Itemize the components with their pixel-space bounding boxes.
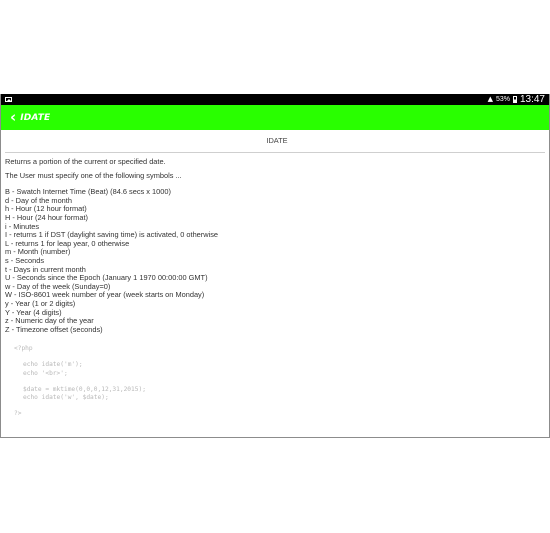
- code-line: <?php: [14, 345, 33, 353]
- chevron-left-icon[interactable]: ‹: [10, 110, 16, 125]
- app-screen: ▲ 53% 13:47 ‹ IDATE IDATE Returns a port…: [0, 94, 550, 438]
- code-line: $date = mktime(0,0,0,12,31,2015);: [23, 385, 146, 393]
- clock: 13:47: [519, 94, 545, 105]
- list-item: B - Swatch Internet Time (Beat) (84.6 se…: [5, 187, 171, 197]
- image-icon: [5, 97, 12, 102]
- wifi-icon: ▲: [487, 95, 493, 103]
- symbol-list: B - Swatch Internet Time (Beat) (84.6 se…: [5, 188, 549, 334]
- action-bar: ‹ IDATE: [1, 105, 549, 130]
- status-right: ▲ 53% 13:47: [488, 94, 545, 105]
- list-item: L - returns 1 for leap year, 0 otherwise: [5, 238, 130, 248]
- divider: [5, 152, 545, 153]
- list-item: y - Year (1 or 2 digits): [5, 298, 76, 308]
- status-left: [5, 97, 12, 102]
- list-item: m - Month (number): [5, 247, 71, 257]
- content-area: IDATE Returns a portion of the current o…: [1, 136, 549, 419]
- battery-icon: [512, 96, 517, 103]
- list-item: s - Seconds: [5, 255, 45, 265]
- code-line: echo idate('w', $date);: [23, 394, 109, 402]
- instruction-text: The User must specify one of the followi…: [5, 170, 182, 180]
- function-heading: IDATE: [266, 136, 288, 145]
- code-line: echo idate('m');: [23, 361, 83, 369]
- battery-percent: 53%: [495, 96, 510, 103]
- status-bar: ▲ 53% 13:47: [1, 94, 549, 105]
- code-line: echo '<br>';: [23, 369, 68, 377]
- list-item: W - ISO-8601 week number of year (week s…: [5, 290, 205, 300]
- code-line: ?>: [14, 410, 22, 418]
- app-title: IDATE: [20, 112, 51, 123]
- list-item: Z - Timezone offset (seconds): [5, 324, 103, 334]
- code-example: <?php echo idate('m'); echo '<br>'; $date =…: [5, 345, 549, 418]
- list-item: H - Hour (24 hour format): [5, 212, 88, 222]
- description-text: Returns a portion of the current or spec…: [5, 157, 166, 166]
